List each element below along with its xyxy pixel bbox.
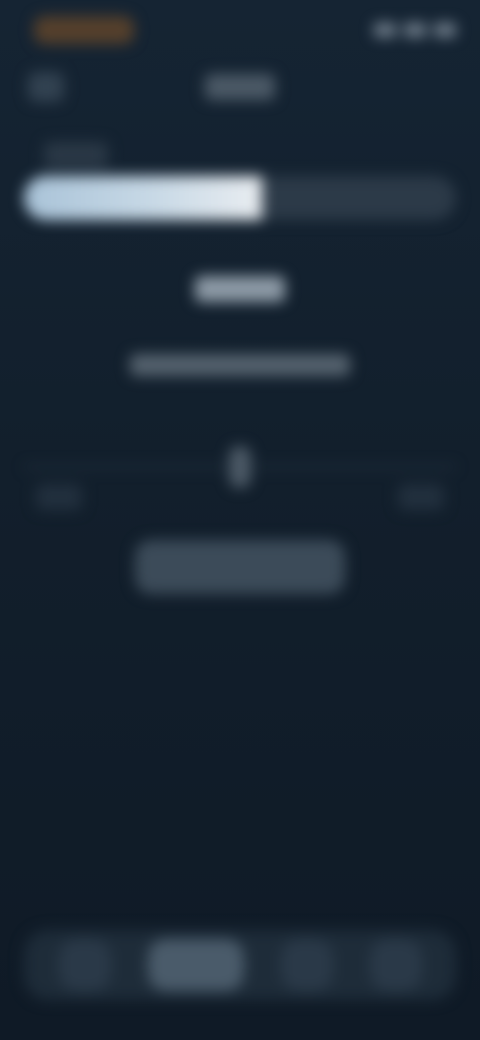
center-subtitle <box>130 354 350 376</box>
profile-icon[interactable] <box>369 939 422 991</box>
center-title <box>195 276 285 302</box>
back-button[interactable] <box>28 72 64 102</box>
divider-row <box>24 440 456 530</box>
signal-icon <box>374 23 396 37</box>
primary-button[interactable] <box>135 540 345 594</box>
stat-left <box>36 484 82 510</box>
progress-meter-fill <box>24 176 262 220</box>
progress-meter <box>24 176 456 220</box>
app-screen <box>0 0 480 1040</box>
stat-right <box>398 484 444 510</box>
wifi-icon <box>404 23 426 37</box>
header <box>0 62 480 112</box>
home-icon[interactable] <box>58 939 111 991</box>
status-time-pill <box>34 16 134 44</box>
chat-icon[interactable] <box>280 939 333 991</box>
meter-label <box>44 142 108 168</box>
search-icon[interactable] <box>147 939 244 991</box>
divider-marker <box>229 446 251 488</box>
battery-icon <box>434 23 456 37</box>
bottom-nav <box>24 930 456 1000</box>
status-icons <box>356 20 456 40</box>
page-title <box>205 74 275 100</box>
status-bar <box>24 12 456 48</box>
